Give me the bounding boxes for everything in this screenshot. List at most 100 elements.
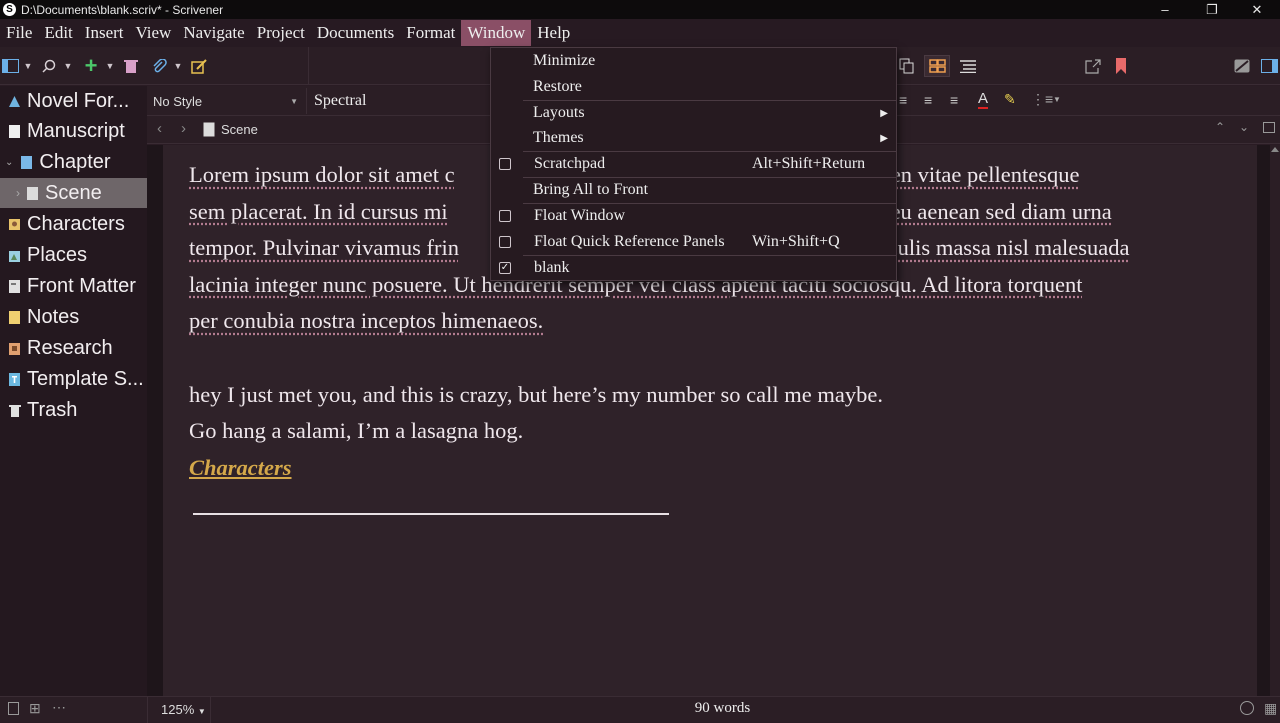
inspector-photo-icon[interactable]: [1232, 55, 1252, 77]
paperclip-icon[interactable]: [150, 55, 168, 77]
copy-icon[interactable]: [897, 55, 917, 77]
search-icon[interactable]: [40, 55, 58, 77]
window-menu-dropdown: Minimize Restore Layouts ▶ Themes ▶ Scra…: [490, 47, 897, 281]
add-document-icon[interactable]: ⊞: [29, 700, 41, 717]
binder-item-template-sheets[interactable]: Template S...: [0, 364, 147, 394]
more-options-icon[interactable]: ⋯: [52, 699, 66, 716]
menu-window[interactable]: Window: [461, 20, 532, 46]
binder-item-manuscript[interactable]: Manuscript: [0, 116, 147, 146]
characters-link[interactable]: Characters: [189, 450, 1239, 487]
restore-window-button[interactable]: ❐: [1189, 0, 1235, 19]
research-icon: [9, 342, 20, 355]
chevron-down-icon[interactable]: ▼: [172, 55, 184, 77]
checkbox-icon: [499, 210, 511, 222]
menu-view[interactable]: View: [130, 20, 178, 46]
menu-item-float-quick-reference[interactable]: Float Quick Reference Panels Win+Shift+Q: [491, 229, 896, 255]
binder-item-scene[interactable]: › Scene: [0, 178, 147, 208]
binder-toggle-icon[interactable]: [0, 55, 20, 77]
list-icon[interactable]: ⋮≡: [1031, 91, 1053, 108]
back-arrow-icon[interactable]: ‹: [157, 120, 162, 137]
corkboard-view-icon[interactable]: [924, 55, 950, 77]
share-icon[interactable]: [1083, 55, 1103, 77]
text-line: hey I just met you, and this is crazy, b…: [189, 381, 883, 407]
close-window-button[interactable]: ✕: [1234, 0, 1280, 19]
menu-item-minimize[interactable]: Minimize: [491, 48, 896, 74]
menu-item-scratchpad[interactable]: Scratchpad Alt+Shift+Return: [491, 151, 896, 177]
binder-item-characters[interactable]: Characters: [0, 209, 147, 239]
chevron-down-icon[interactable]: ⌄: [5, 157, 13, 168]
text-line: Go hang a salami, I’m a lasagna hog.: [189, 418, 524, 443]
menu-help[interactable]: Help: [531, 20, 576, 46]
binder-item-research[interactable]: Research: [0, 333, 147, 363]
quick-reference-icon[interactable]: [190, 55, 208, 77]
menu-item-themes[interactable]: Themes ▶: [491, 125, 896, 151]
chevron-down-icon: ▼: [290, 96, 298, 106]
binder: Novel For... Manuscript ⌄ Chapter › Scen…: [0, 86, 147, 696]
menu-item-restore[interactable]: Restore: [491, 74, 896, 100]
editor-scrollbar[interactable]: [1270, 145, 1280, 696]
binder-item-places[interactable]: Places: [0, 240, 147, 270]
text-color-icon[interactable]: A: [978, 90, 989, 109]
binder-item-novel[interactable]: Novel For...: [0, 86, 147, 116]
align-right-icon[interactable]: ≡: [950, 92, 958, 108]
checkbox-icon: [499, 158, 511, 170]
word-count[interactable]: 90 words: [640, 700, 805, 717]
split-editor-icon[interactable]: [1263, 122, 1275, 133]
template-icon: [9, 372, 20, 386]
submenu-arrow-icon: ▶: [880, 132, 888, 144]
menu-item-bring-all-to-front[interactable]: Bring All to Front: [491, 177, 896, 203]
text-line: per conubia nostra inceptos himenaeos.: [189, 308, 544, 333]
add-icon[interactable]: +: [82, 53, 100, 78]
comments-icon[interactable]: ▦: [1264, 700, 1277, 717]
trash-icon[interactable]: [122, 55, 140, 77]
menu-item-float-window[interactable]: Float Window: [491, 203, 896, 229]
chevron-down-icon: ▼: [197, 707, 206, 716]
target-icon[interactable]: [1240, 701, 1254, 715]
minimize-window-button[interactable]: –: [1142, 0, 1188, 19]
title-bar: S D:\Documents\blank.scriv* - Scrivener …: [0, 0, 1280, 19]
align-justify-icon[interactable]: ≡: [924, 92, 932, 108]
chevron-down-icon[interactable]: ▼: [104, 55, 116, 77]
chevron-down-icon[interactable]: ▼: [1053, 95, 1061, 104]
footer-bar: ⊞ ⋯ 125% ▼ 90 words ▦: [0, 696, 1280, 723]
align-center-icon[interactable]: ≡: [899, 92, 907, 108]
menu-file[interactable]: File: [0, 20, 38, 46]
app-icon: S: [3, 3, 16, 16]
outline-view-icon[interactable]: [955, 55, 981, 77]
scene-icon: [27, 186, 38, 200]
binder-item-front-matter[interactable]: Front Matter: [0, 271, 147, 301]
zoom-select[interactable]: 125% ▼: [161, 702, 206, 717]
menu-project[interactable]: Project: [251, 20, 311, 46]
binder-item-notes[interactable]: Notes: [0, 302, 147, 332]
header-doc-title[interactable]: Scene: [221, 122, 258, 137]
chevron-right-icon[interactable]: ›: [16, 186, 20, 200]
menu-format[interactable]: Format: [400, 20, 461, 46]
menu-documents[interactable]: Documents: [311, 20, 400, 46]
bookmark-icon[interactable]: [1112, 55, 1130, 77]
window-title: D:\Documents\blank.scriv* - Scrivener: [21, 2, 224, 17]
menu-item-layouts[interactable]: Layouts ▶: [491, 100, 896, 126]
binder-item-trash[interactable]: Trash: [0, 395, 147, 425]
chevron-down-icon[interactable]: ⌄: [1239, 120, 1249, 134]
places-icon: [9, 250, 20, 262]
chapter-icon: [21, 155, 33, 169]
menu-item-blank[interactable]: ✓ blank: [491, 255, 896, 281]
menu-insert[interactable]: Insert: [79, 20, 130, 46]
chevron-up-icon[interactable]: ⌃: [1215, 120, 1225, 134]
chevron-down-icon[interactable]: ▼: [22, 55, 34, 77]
chevron-down-icon[interactable]: ▼: [62, 55, 74, 77]
menu-edit[interactable]: Edit: [38, 20, 78, 46]
highlighter-icon[interactable]: ✎: [1004, 91, 1016, 108]
novel-icon: [9, 95, 20, 107]
binder-item-chapter[interactable]: ⌄ Chapter: [0, 147, 147, 177]
collapse-binder-icon[interactable]: [8, 702, 19, 715]
paragraph-style-select[interactable]: No Style ▼: [147, 88, 307, 114]
inspector-toggle-icon[interactable]: [1259, 55, 1279, 77]
submenu-arrow-icon: ▶: [880, 107, 888, 119]
menu-bar: File Edit Insert View Navigate Project D…: [0, 19, 1280, 47]
forward-arrow-icon[interactable]: ›: [181, 120, 186, 137]
menu-navigate[interactable]: Navigate: [177, 20, 250, 46]
font-select[interactable]: Spectral: [314, 88, 494, 114]
manuscript-icon: [9, 124, 20, 138]
horizontal-rule: [193, 513, 669, 515]
